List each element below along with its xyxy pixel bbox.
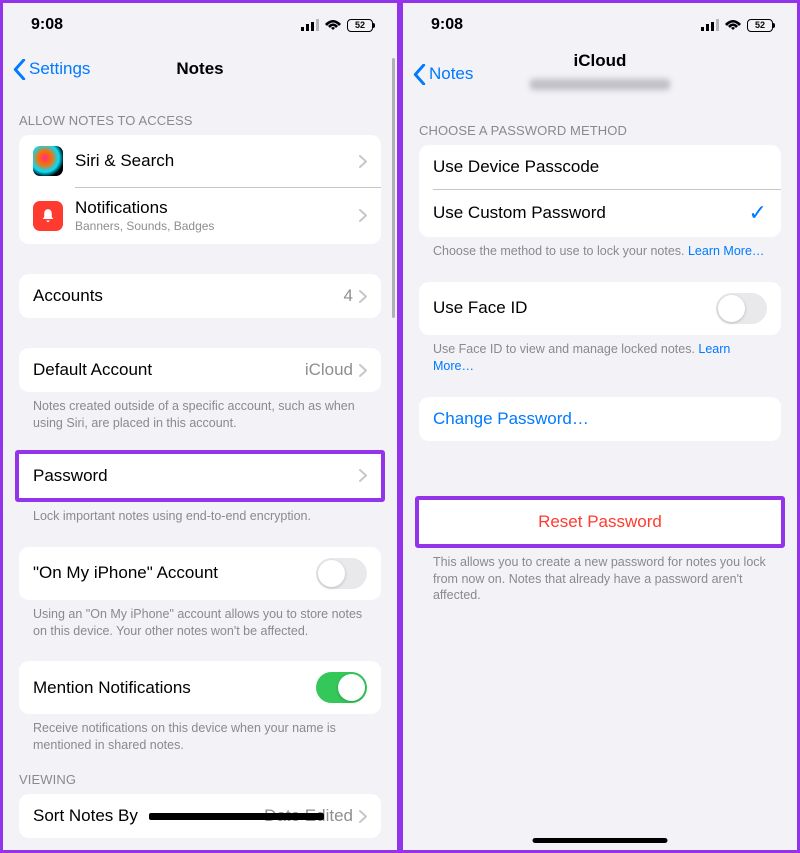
accounts-cell[interactable]: Accounts 4: [19, 274, 381, 318]
chevron-right-icon: [359, 469, 367, 482]
section-header-access: ALLOW NOTES TO ACCESS: [3, 91, 397, 135]
change-password-cell[interactable]: Change Password…: [419, 397, 781, 441]
chevron-right-icon: [359, 364, 367, 377]
chevron-right-icon: [359, 155, 367, 168]
status-time: 9:08: [431, 16, 463, 34]
default-account-label: Default Account: [33, 360, 305, 380]
back-button[interactable]: Notes: [413, 64, 473, 85]
battery-icon: 52: [747, 19, 773, 32]
mention-group: Mention Notifications: [19, 661, 381, 714]
back-button[interactable]: Settings: [13, 59, 90, 80]
password-highlight: Password: [15, 450, 385, 502]
custom-password-cell[interactable]: Use Custom Password ✓: [419, 189, 781, 237]
siri-label: Siri & Search: [75, 151, 359, 171]
chevron-left-icon: [413, 64, 426, 85]
reset-password-label: Reset Password: [433, 512, 767, 532]
settings-notes-pane: 9:08 52 Settings Notes ALLOW NOTES TO AC…: [3, 3, 397, 850]
scrollbar[interactable]: [392, 58, 395, 318]
learn-more-link[interactable]: Learn More…: [688, 244, 764, 258]
faceid-group: Use Face ID: [419, 282, 781, 335]
battery-icon: 52: [347, 19, 373, 32]
reset-password-highlight: Reset Password: [415, 496, 785, 548]
faceid-footer: Use Face ID to view and manage locked no…: [403, 335, 797, 375]
status-time: 9:08: [31, 16, 63, 34]
notifications-sub: Banners, Sounds, Badges: [75, 219, 359, 233]
mention-footer: Receive notifications on this device whe…: [3, 714, 397, 754]
onmyiphone-toggle[interactable]: [316, 558, 367, 589]
reset-footer: This allows you to create a new password…: [403, 548, 797, 605]
reset-password-cell[interactable]: Reset Password: [419, 500, 781, 544]
change-password-label: Change Password…: [433, 409, 767, 429]
access-group: Siri & Search Notifications Banners, Sou…: [19, 135, 381, 244]
checkmark-icon: ✓: [749, 200, 767, 226]
device-passcode-label: Use Device Passcode: [433, 157, 767, 177]
custom-password-label: Use Custom Password: [433, 203, 749, 223]
status-icons: 52: [701, 19, 773, 32]
device-passcode-cell[interactable]: Use Device Passcode: [419, 145, 781, 189]
back-label: Notes: [429, 64, 473, 84]
account-email-blurred: [530, 79, 670, 90]
mention-label: Mention Notifications: [33, 678, 316, 698]
default-account-value: iCloud: [305, 360, 353, 380]
password-label: Password: [33, 466, 359, 486]
status-bar: 9:08 52: [3, 3, 397, 47]
status-icons: 52: [301, 19, 373, 32]
icloud-password-pane: 9:08 52 Notes iCloud CHOOSE A PASSWORD M…: [403, 3, 797, 850]
nav-bar: Settings Notes: [3, 47, 397, 91]
viewing-group: Sort Notes By Date Edited: [19, 794, 381, 838]
method-footer: Choose the method to use to lock your no…: [403, 237, 797, 260]
back-label: Settings: [29, 59, 90, 79]
accounts-label: Accounts: [33, 286, 344, 306]
onmyiphone-label: "On My iPhone" Account: [33, 563, 316, 583]
cellular-icon: [301, 19, 319, 31]
accounts-group: Accounts 4: [19, 274, 381, 318]
home-indicator[interactable]: [532, 838, 667, 843]
password-footer: Lock important notes using end-to-end en…: [3, 502, 397, 525]
mention-cell[interactable]: Mention Notifications: [19, 661, 381, 714]
default-account-cell[interactable]: Default Account iCloud: [19, 348, 381, 392]
wifi-icon: [324, 19, 342, 31]
onmyiphone-footer: Using an "On My iPhone" account allows y…: [3, 600, 397, 640]
password-cell[interactable]: Password: [19, 454, 381, 498]
section-header-method: CHOOSE A PASSWORD METHOD: [403, 101, 797, 145]
faceid-cell[interactable]: Use Face ID: [419, 282, 781, 335]
chevron-left-icon: [13, 59, 26, 80]
notifications-cell[interactable]: Notifications Banners, Sounds, Badges: [19, 187, 381, 244]
mention-toggle[interactable]: [316, 672, 367, 703]
onmyiphone-cell[interactable]: "On My iPhone" Account: [19, 547, 381, 600]
cellular-icon: [701, 19, 719, 31]
default-account-group: Default Account iCloud: [19, 348, 381, 392]
chevron-right-icon: [359, 290, 367, 303]
wifi-icon: [724, 19, 742, 31]
chevron-right-icon: [359, 209, 367, 222]
accounts-value: 4: [344, 286, 353, 306]
status-bar: 9:08 52: [403, 3, 797, 47]
bell-icon: [33, 201, 63, 231]
siri-search-cell[interactable]: Siri & Search: [19, 135, 381, 187]
faceid-label: Use Face ID: [433, 298, 716, 318]
section-header-viewing: VIEWING: [3, 754, 397, 794]
method-group: Use Device Passcode Use Custom Password …: [419, 145, 781, 237]
siri-icon: [33, 146, 63, 176]
chevron-right-icon: [359, 810, 367, 823]
change-password-group: Change Password…: [419, 397, 781, 441]
onmyiphone-group: "On My iPhone" Account: [19, 547, 381, 600]
redaction-bar: [149, 813, 324, 820]
default-account-footer: Notes created outside of a specific acco…: [3, 392, 397, 432]
nav-bar: Notes iCloud: [403, 47, 797, 101]
faceid-toggle[interactable]: [716, 293, 767, 324]
notifications-label: Notifications: [75, 198, 359, 218]
